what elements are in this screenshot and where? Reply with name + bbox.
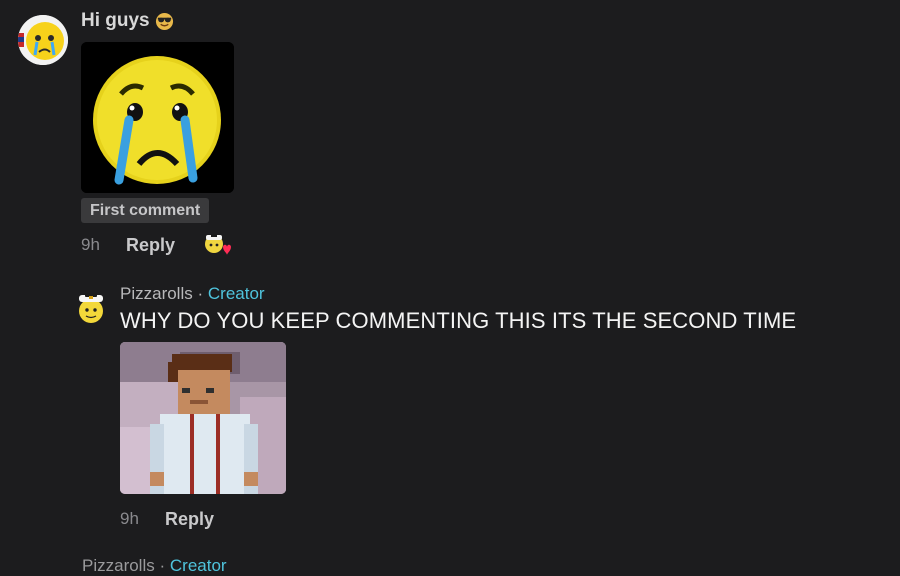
minecraft-character-icon [120,342,286,494]
reply-button[interactable]: Reply [126,235,175,256]
crying-face-avatar-icon [18,15,68,65]
comment-timestamp: 9h [81,235,100,254]
reply-timestamp: 9h [120,509,139,528]
next-reply-author-name[interactable]: Pizzarolls [82,556,155,575]
reply-header: Pizzarolls · Creator [120,284,265,304]
reply-to-reply-button[interactable]: Reply [165,509,214,530]
creator-tag: Creator [169,556,227,575]
reply-avatar[interactable] [76,290,106,324]
creator-tag: Creator [207,284,265,303]
reply-author-name[interactable]: Pizzarolls [120,284,193,303]
crying-face-icon [81,42,234,193]
commenter-avatar[interactable] [18,15,68,65]
smiling-face-with-sunglasses-icon [155,12,173,30]
separator-dot: · [197,284,204,303]
first-comment-badge: First comment [81,198,210,223]
next-reply-header: Pizzarolls · Creator [82,556,227,576]
crying-face-sticker[interactable] [81,42,234,193]
minecraft-character-image[interactable] [120,342,286,494]
creator-heart-icon [203,233,231,257]
comment-body: Hi guys [81,10,150,31]
comment-text: Hi guys [81,10,174,32]
separator-dot: · [159,556,166,575]
reply-body: WHY DO YOU KEEP COMMENTING THIS ITS THE … [120,308,797,333]
sailor-cap-face-avatar-icon [79,293,103,323]
